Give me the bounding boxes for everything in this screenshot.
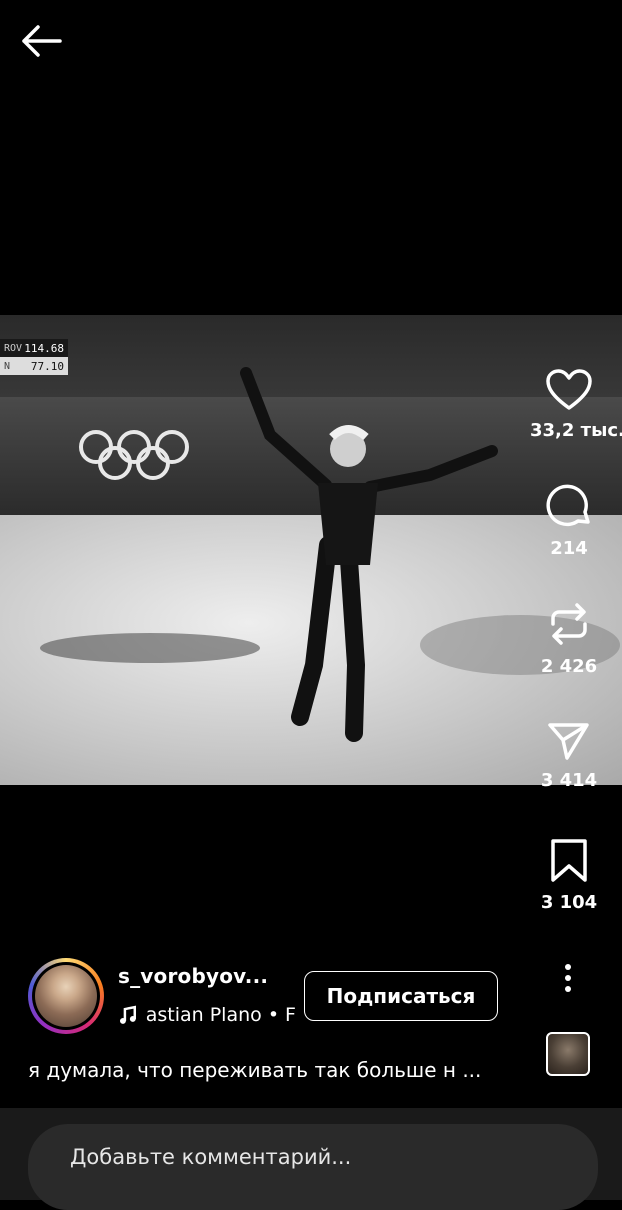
skater-figure [240, 367, 498, 742]
author-username[interactable]: s_vorobyov... [118, 964, 268, 988]
author-avatar[interactable] [28, 958, 104, 1034]
audio-thumbnail[interactable] [546, 1032, 590, 1076]
scoreboard-score: 114.68 [24, 341, 64, 355]
avatar-photo [35, 965, 97, 1027]
send-icon [548, 723, 589, 760]
share-count: 3 414 [540, 770, 598, 791]
save-action[interactable]: 3 104 [530, 838, 608, 913]
share-action[interactable]: 3 414 [530, 720, 608, 791]
follow-button[interactable]: Подписаться [304, 971, 498, 1021]
comment-action[interactable]: 214 [530, 484, 608, 559]
like-action[interactable]: 33,2 тыс. [530, 368, 622, 441]
reel-video[interactable]: ROV 114.68 N 77.10 [0, 315, 622, 785]
more-options-button[interactable] [556, 962, 580, 996]
back-button[interactable] [18, 22, 66, 60]
post-caption[interactable]: я думала, что переживать так больше н ..… [28, 1058, 518, 1082]
save-count: 3 104 [540, 892, 598, 913]
repost-count: 2 426 [540, 656, 598, 677]
olympic-rings-logo [79, 430, 189, 480]
music-note-icon [119, 1005, 137, 1024]
scoreboard-score: 77.10 [30, 359, 64, 373]
music-track-label: astian Plano • F [145, 1004, 296, 1026]
music-track[interactable]: astian Plano • F [118, 1004, 296, 1026]
repost-action[interactable]: 2 426 [530, 600, 608, 677]
more-vertical-icon [565, 964, 571, 992]
scoreboard-name: N [4, 360, 11, 372]
scoreboard-name: ROV [4, 342, 23, 354]
scoreboard: ROV 114.68 N 77.10 [0, 339, 68, 375]
ice-marking [40, 633, 260, 663]
repost-icon [551, 603, 587, 645]
comment-count: 214 [550, 538, 588, 559]
avatar-ring-gap [32, 962, 100, 1030]
arrow-left-icon [22, 25, 62, 57]
heart-icon [546, 369, 592, 410]
like-count: 33,2 тыс. [530, 420, 622, 441]
bookmark-icon [551, 839, 587, 882]
comment-bubble-icon [546, 484, 590, 527]
comment-input[interactable] [28, 1124, 598, 1210]
